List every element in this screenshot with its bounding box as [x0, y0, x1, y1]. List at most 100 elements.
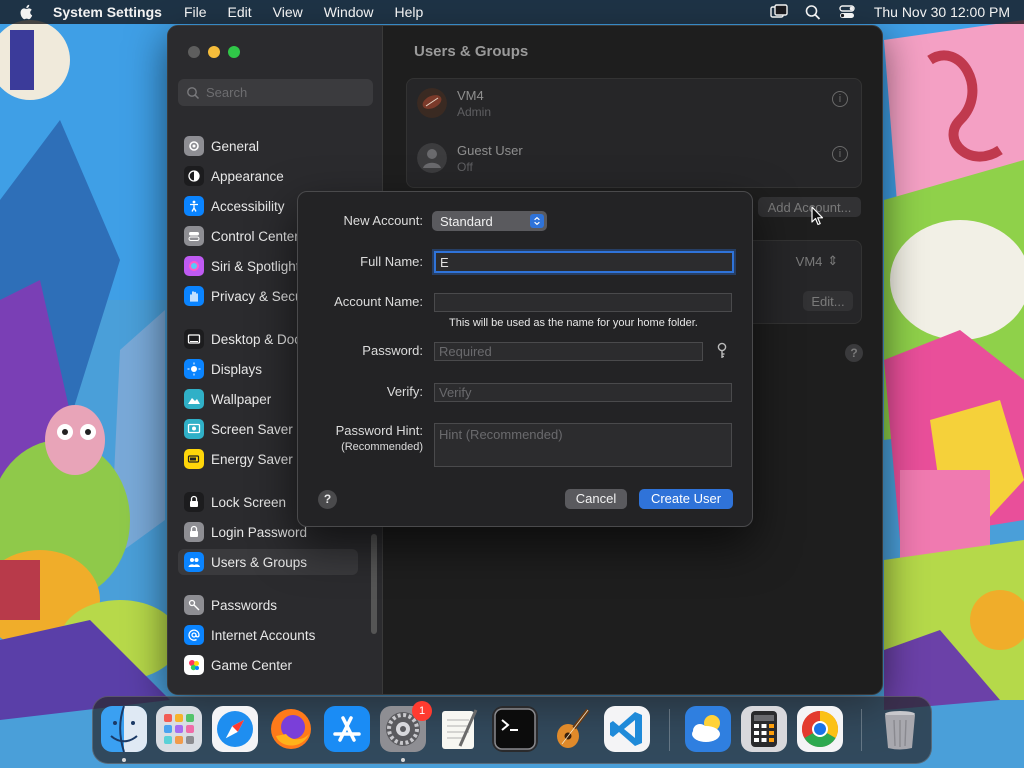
- page-title: Users & Groups: [414, 43, 529, 60]
- sidebar-item-label: Lock Screen: [211, 494, 287, 510]
- sidebar-item-label: Login Password: [211, 524, 308, 540]
- sidebar-item-label: Control Center: [211, 228, 299, 244]
- password-label: Password:: [362, 343, 423, 358]
- password-hint-sublabel: (Recommended): [341, 441, 423, 453]
- dock-separator: [669, 709, 670, 751]
- spotlight-icon[interactable]: [804, 4, 822, 20]
- trash-icon: [885, 711, 915, 750]
- window-close-button[interactable]: [188, 46, 200, 58]
- sidebar-item-users-groups[interactable]: Users & Groups: [178, 549, 358, 575]
- at-icon: [184, 625, 204, 645]
- cancel-button[interactable]: Cancel: [565, 489, 627, 509]
- add-account-button[interactable]: Add Account...: [758, 197, 861, 217]
- user-row-vm4[interactable]: VM4 Admin: [417, 83, 491, 123]
- apple-menu-icon[interactable]: [18, 3, 36, 21]
- sidebar-item-label: Game Center: [211, 657, 293, 673]
- screen-mirroring-icon[interactable]: [770, 4, 788, 20]
- chrome-icon: [797, 706, 843, 752]
- dock-app-trash[interactable]: [877, 706, 923, 752]
- accessibility-icon: [184, 196, 204, 216]
- password-field[interactable]: [434, 342, 703, 361]
- account-type-value: Standard: [440, 213, 493, 229]
- user-role: Off: [457, 159, 473, 174]
- sidebar-item-label: General: [211, 138, 260, 154]
- menu-clock[interactable]: Thu Nov 30 12:00 PM: [874, 4, 1010, 20]
- battery-icon: [184, 449, 204, 469]
- user-row-guest[interactable]: Guest User Off: [417, 138, 523, 178]
- users-icon: [184, 552, 204, 572]
- password-assistant-key-icon[interactable]: [715, 342, 729, 360]
- account-name-field[interactable]: [434, 293, 732, 312]
- dock-app-safari[interactable]: [212, 706, 258, 752]
- sidebar-item-appearance[interactable]: Appearance: [178, 163, 358, 189]
- gear-icon: [184, 136, 204, 156]
- user-role: Admin: [457, 104, 492, 119]
- verify-field[interactable]: [434, 383, 732, 402]
- new-account-label: New Account:: [343, 213, 424, 228]
- dock-app-firefox[interactable]: [268, 706, 314, 752]
- control-center-icon[interactable]: [838, 4, 856, 20]
- user-name: Guest User: [457, 142, 523, 158]
- menu-file[interactable]: File: [184, 4, 207, 20]
- sidebar-item-label: Siri & Spotlight: [211, 258, 300, 274]
- hand-icon: [184, 286, 204, 306]
- appearance-icon: [184, 166, 204, 186]
- lock-icon: [184, 492, 204, 512]
- automatic-login-select[interactable]: VM4 ⇕: [787, 251, 847, 271]
- dock-app-calculator[interactable]: [741, 706, 787, 752]
- search-input[interactable]: [206, 85, 366, 100]
- dock-app-finder[interactable]: [101, 706, 147, 752]
- launchpad-icon: [156, 706, 202, 752]
- dock-app-app-store[interactable]: [324, 706, 370, 752]
- sidebar-item-general[interactable]: General: [178, 133, 358, 159]
- dock-app-garageband[interactable]: [548, 706, 594, 752]
- user-info-button-vm4[interactable]: i: [832, 91, 848, 107]
- dock-app-launchpad[interactable]: [156, 706, 202, 752]
- sidebar-item-passwords[interactable]: Passwords: [178, 592, 358, 618]
- key-icon: [184, 595, 204, 615]
- window-zoom-button[interactable]: [228, 46, 240, 58]
- users-list-card: VM4 Admin i Guest User Off i: [406, 78, 862, 188]
- dialog-help-button[interactable]: ?: [318, 490, 337, 509]
- sidebar-item-game-center[interactable]: Game Center: [178, 652, 358, 678]
- dock-app-chrome[interactable]: [797, 706, 843, 752]
- new-account-dialog: New Account: Standard Full Name: Account…: [297, 191, 753, 527]
- menu-edit[interactable]: Edit: [228, 4, 252, 20]
- weather-icon: [685, 706, 731, 752]
- menu-view[interactable]: View: [273, 4, 303, 20]
- sidebar-item-internet-accounts[interactable]: Internet Accounts: [178, 622, 358, 648]
- calculator-icon: [741, 706, 787, 752]
- page-help-button[interactable]: ?: [845, 344, 863, 362]
- user-name: VM4: [457, 87, 484, 103]
- popup-chevron-icon: [530, 214, 544, 228]
- menu-help[interactable]: Help: [395, 4, 424, 20]
- finder-icon: [101, 706, 147, 752]
- edit-button[interactable]: Edit...: [803, 291, 853, 311]
- password-hint-field[interactable]: [434, 423, 732, 467]
- window-minimize-button[interactable]: [208, 46, 220, 58]
- account-type-popup[interactable]: Standard: [432, 211, 547, 231]
- sidebar-item-label: Desktop & Dock: [211, 331, 308, 347]
- full-name-field[interactable]: [434, 251, 734, 273]
- create-user-button[interactable]: Create User: [639, 489, 733, 509]
- dock-app-textedit[interactable]: [436, 706, 482, 752]
- menu-window[interactable]: Window: [324, 4, 374, 20]
- sidebar-item-label: Wallpaper: [211, 391, 272, 407]
- user-avatar-vm4: [417, 88, 447, 118]
- lock-icon: [184, 522, 204, 542]
- sun-icon: [184, 359, 204, 379]
- vscode-icon: [604, 706, 650, 752]
- dock-app-terminal[interactable]: [492, 706, 538, 752]
- dock-running-indicator: [401, 758, 405, 762]
- control-center-icon: [184, 226, 204, 246]
- safari-icon: [212, 706, 258, 752]
- menu-bar: System Settings File Edit View Window He…: [0, 0, 1024, 24]
- sidebar-search[interactable]: [178, 79, 373, 106]
- user-info-button-guest[interactable]: i: [832, 146, 848, 162]
- firefox-icon: [271, 709, 311, 749]
- sidebar-scrollbar[interactable]: [371, 534, 377, 634]
- home-folder-note: This will be used as the name for your h…: [449, 317, 698, 329]
- dock-app-vscode[interactable]: [604, 706, 650, 752]
- dock-app-weather[interactable]: [685, 706, 731, 752]
- menu-app-name[interactable]: System Settings: [53, 4, 162, 20]
